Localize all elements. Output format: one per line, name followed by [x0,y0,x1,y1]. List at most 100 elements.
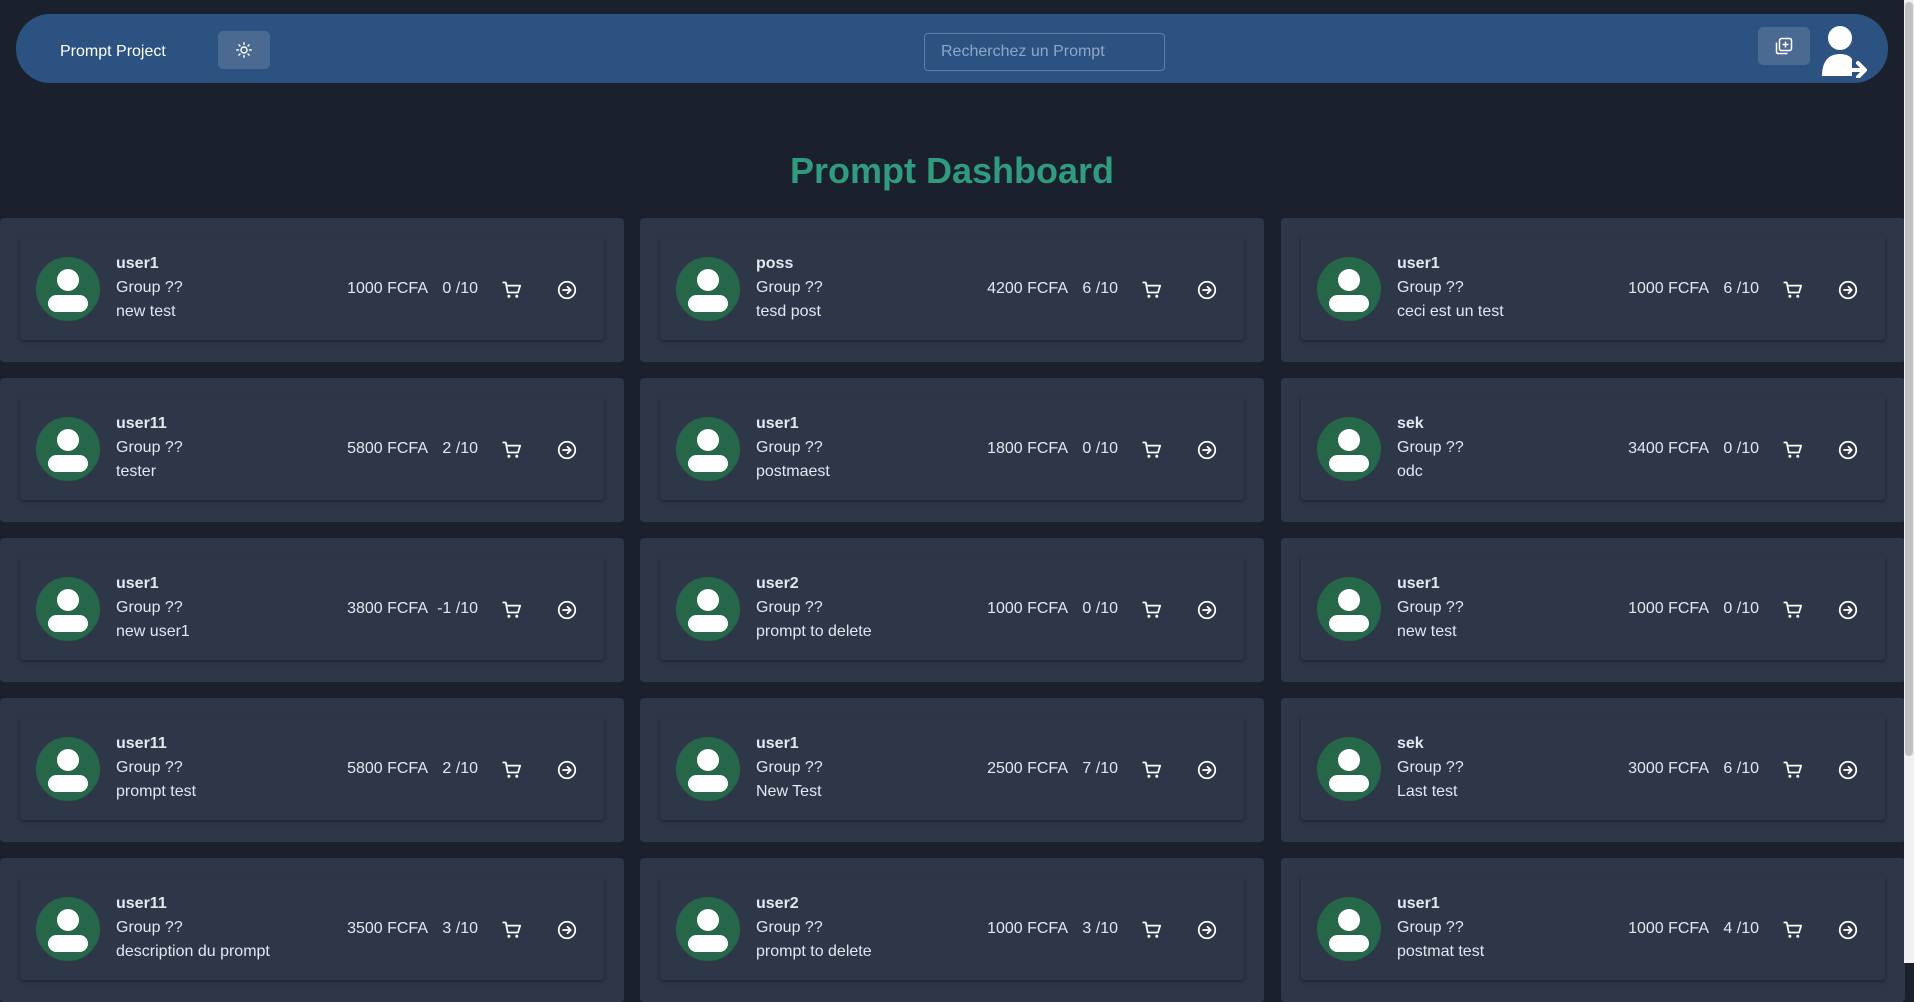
cart-icon[interactable] [1783,600,1803,620]
prompt-rating: 6 /10 [1723,760,1759,777]
prompt-card: user1 Group ?? postmat test 1000 FCFA 4 /10 [1281,858,1905,1002]
prompt-author: user2 [756,895,799,912]
cart-icon[interactable] [1142,760,1162,780]
user-avatar-icon [676,257,740,321]
cart-icon[interactable] [502,600,522,620]
prompt-rating: 0 /10 [1082,440,1118,457]
theme-toggle-button[interactable] [218,31,270,69]
user-avatar-icon [1317,737,1381,801]
prompt-card: user1 Group ?? New Test 2500 FCFA 7 /10 [640,698,1264,842]
prompt-group: Group ?? [756,759,823,776]
prompt-price: 2500 FCFA [987,760,1068,777]
prompt-info: user11 Group ?? description du prompt [116,892,270,964]
prompt-description: new test [1397,623,1457,640]
prompt-card: user11 Group ?? tester 5800 FCFA 2 /10 [0,378,624,522]
prompt-info: user2 Group ?? prompt to delete [756,572,872,644]
prompt-description: new user1 [116,623,190,640]
user-logout-button[interactable] [1818,26,1870,79]
prompt-group: Group ?? [1397,599,1464,616]
search-input[interactable] [924,33,1165,71]
prompt-price: 1000 FCFA [347,280,428,297]
arrow-circle-right-icon[interactable] [1838,440,1858,460]
cart-icon[interactable] [1783,760,1803,780]
sun-icon [236,42,252,58]
prompt-description: tester [116,463,157,480]
prompt-price: 1000 FCFA [1628,920,1709,937]
cart-icon[interactable] [1783,920,1803,940]
cart-icon[interactable] [1142,280,1162,300]
prompt-card: user1 Group ?? new test 1000 FCFA 0 /10 [0,218,624,362]
prompt-rating: 7 /10 [1082,760,1118,777]
prompt-price: 5800 FCFA [347,760,428,777]
prompt-group: Group ?? [116,279,183,296]
prompt-info: sek Group ?? odc [1397,412,1464,484]
scrollbar-thumb[interactable] [1905,2,1913,756]
prompt-info: user1 Group ?? new test [1397,572,1464,644]
user-avatar-icon [36,577,100,641]
prompt-info: user11 Group ?? tester [116,412,183,484]
arrow-circle-right-icon[interactable] [557,600,577,620]
prompt-description: prompt to delete [756,623,872,640]
arrow-circle-right-icon[interactable] [1838,280,1858,300]
prompt-author: user1 [116,255,159,272]
prompt-group: Group ?? [116,759,183,776]
cart-icon[interactable] [1783,280,1803,300]
prompt-rating: 0 /10 [1723,600,1759,617]
prompt-group: Group ?? [1397,919,1464,936]
prompt-price: 5800 FCFA [347,440,428,457]
prompt-info: user1 Group ?? postmaest [756,412,830,484]
cart-icon[interactable] [502,760,522,780]
cart-icon[interactable] [1783,440,1803,460]
cart-icon[interactable] [1142,920,1162,940]
cart-icon[interactable] [1142,440,1162,460]
prompt-price: 3000 FCFA [1628,760,1709,777]
scrollbar[interactable] [1904,0,1914,963]
prompt-rating: 4 /10 [1723,920,1759,937]
prompt-group: Group ?? [1397,279,1464,296]
prompt-rating: 3 /10 [1082,920,1118,937]
prompt-description: prompt test [116,783,197,800]
prompt-group: Group ?? [116,599,183,616]
arrow-circle-right-icon[interactable] [1838,920,1858,940]
user-avatar-icon [36,417,100,481]
prompt-rating: 6 /10 [1723,280,1759,297]
arrow-circle-right-icon[interactable] [1838,760,1858,780]
prompt-group: Group ?? [1397,759,1464,776]
add-prompt-button[interactable] [1758,27,1810,65]
cart-icon[interactable] [1142,600,1162,620]
prompt-group: Group ?? [116,919,183,936]
prompt-card: user1 Group ?? new test 1000 FCFA 0 /10 [1281,538,1905,682]
prompt-rating: 0 /10 [1082,600,1118,617]
prompt-description: postmat test [1397,943,1485,960]
arrow-circle-right-icon[interactable] [1838,600,1858,620]
prompt-description: New Test [756,783,822,800]
arrow-circle-right-icon[interactable] [1197,600,1217,620]
cart-icon[interactable] [502,280,522,300]
arrow-circle-right-icon[interactable] [557,760,577,780]
prompt-rating: 3 /10 [442,920,478,937]
prompt-card: user2 Group ?? prompt to delete 1000 FCFA 0 … [640,538,1264,682]
prompt-description: new test [116,303,176,320]
cart-icon[interactable] [502,920,522,940]
prompt-info: sek Group ?? Last test [1397,732,1464,804]
prompt-author: sek [1397,415,1424,432]
arrow-circle-right-icon[interactable] [1197,440,1217,460]
arrow-circle-right-icon[interactable] [557,920,577,940]
brand-link[interactable]: Prompt Project [60,14,166,90]
arrow-circle-right-icon[interactable] [1197,760,1217,780]
cart-icon[interactable] [502,440,522,460]
prompt-description: Last test [1397,783,1458,800]
arrow-circle-right-icon[interactable] [557,280,577,300]
prompt-price: 3400 FCFA [1628,440,1709,457]
prompt-card: user11 Group ?? description du prompt 3500 … [0,858,624,1002]
prompt-author: user1 [756,415,799,432]
prompt-rating: 2 /10 [442,760,478,777]
prompt-price: 3500 FCFA [347,920,428,937]
arrow-circle-right-icon[interactable] [1197,280,1217,300]
arrow-circle-right-icon[interactable] [1197,920,1217,940]
arrow-circle-right-icon[interactable] [557,440,577,460]
prompt-info: user1 Group ?? new test [116,252,183,324]
prompt-price: 3800 FCFA [347,600,428,617]
prompt-description: prompt to delete [756,943,872,960]
prompt-group: Group ?? [1397,439,1464,456]
